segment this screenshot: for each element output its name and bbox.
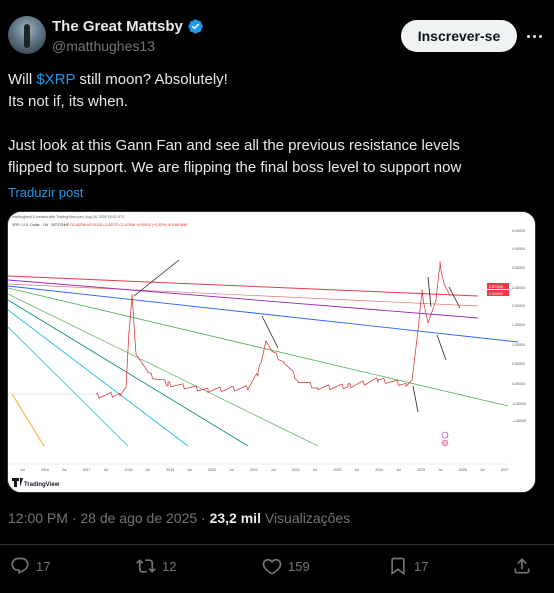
- y-tick-label: 0.50000: [512, 362, 525, 366]
- x-tick-label: Jul: [104, 468, 109, 472]
- y-tick-label: 2.50000: [512, 286, 525, 290]
- tweet-line-1: Will $XRP still moon? Absolutely!: [8, 69, 538, 91]
- divider: [0, 544, 554, 545]
- x-tick-label: Jul: [396, 468, 401, 472]
- x-tick-label: Jul: [145, 468, 150, 472]
- bookmark-count: 17: [414, 558, 429, 574]
- repost-button[interactable]: 12: [136, 556, 176, 576]
- x-tick-label: 2023: [334, 468, 342, 472]
- y-tick-label: 0.00000: [512, 382, 525, 386]
- x-tick-label: 2024: [375, 468, 383, 472]
- repost-count: 12: [162, 558, 177, 574]
- x-tick-label: Jul: [480, 468, 485, 472]
- tweet-timestamp[interactable]: 12:00 PM · 28 de ago de 2025 ·: [8, 510, 210, 526]
- chart-ohlc: O2.83298 H2.93128 L2.82270 C2.87908 +0.0…: [70, 223, 187, 227]
- more-options-icon[interactable]: [522, 24, 546, 48]
- x-tick-label: 2020: [208, 468, 216, 472]
- chart-header-line-1: matthughes13 created with TradingView.co…: [12, 215, 125, 219]
- x-tick-label: Jul: [229, 468, 234, 472]
- reply-count: 17: [36, 558, 51, 574]
- bookmark-icon: [391, 557, 405, 576]
- x-tick-label: 2026: [459, 468, 467, 472]
- x-tick-label: Jul: [354, 468, 359, 472]
- heart-icon: [262, 558, 282, 575]
- price-tag-1-label: 2.87908: [489, 285, 503, 289]
- author-handle[interactable]: @matthughes13: [52, 38, 155, 54]
- tweet-text: Will $XRP still moon? Absolutely! Its no…: [8, 69, 538, 179]
- author-avatar[interactable]: [8, 16, 46, 54]
- x-tick-label: 2016: [41, 468, 49, 472]
- x-tick-label: Jul: [438, 468, 443, 472]
- reply-button[interactable]: 17: [10, 556, 50, 576]
- tweet-line-2: Its not if, its when.: [8, 93, 129, 110]
- tweet-text-segment: still moon? Absolutely!: [75, 71, 228, 88]
- y-tick-label: 1.00000: [512, 343, 525, 347]
- translate-post-link[interactable]: Traduzir post: [8, 185, 83, 200]
- tweet-text-segment: Will: [8, 71, 37, 88]
- tweet-meta: 12:00 PM · 28 de ago de 2025 · 23,2 mil …: [8, 510, 350, 526]
- y-tick-label: 1.50000: [512, 323, 525, 327]
- x-tick-label: 2018: [125, 468, 133, 472]
- cashtag-link[interactable]: $XRP: [36, 71, 75, 88]
- x-tick-label: 2022: [292, 468, 300, 472]
- share-icon: [514, 558, 530, 574]
- author-name-row: The Great Mattsby: [52, 18, 204, 35]
- tweet-line-3: Just look at this Gann Fan and see all t…: [8, 137, 460, 154]
- views-label: Visualizações: [260, 510, 351, 526]
- x-tick-label: 2019: [166, 468, 174, 472]
- view-count: 23,2 mil: [209, 510, 261, 526]
- follow-button[interactable]: Inscrever-se: [401, 20, 517, 52]
- x-tick-label: Jul: [313, 468, 318, 472]
- gann-fan-chart: matthughes13 created with TradingView.co…: [8, 212, 535, 492]
- author-display-name[interactable]: The Great Mattsby: [52, 18, 183, 35]
- tweet-header: The Great Mattsby @matthughes13 Inscreve…: [8, 14, 546, 58]
- tweet-line-4: flipped to support. We are flipping the …: [8, 159, 462, 176]
- x-tick-label: Jul: [187, 468, 192, 472]
- x-tick-label: Jul: [271, 468, 276, 472]
- x-tick-label: Jul: [62, 468, 67, 472]
- repost-icon: [136, 559, 156, 573]
- chart-image[interactable]: matthughes13 created with TradingView.co…: [7, 211, 536, 493]
- y-tick-label: 5.00000: [512, 229, 525, 233]
- share-button[interactable]: [512, 556, 532, 576]
- tweet-actions: 17 12 159 17: [0, 552, 554, 582]
- bookmark-button[interactable]: 17: [388, 556, 428, 576]
- like-button[interactable]: 159: [262, 556, 310, 576]
- reply-icon: [11, 557, 29, 575]
- y-tick-label: -0.50000: [512, 402, 526, 406]
- chart-header-line-2: XRP / U.S. Dollar · 1W · BITSTAMP: [12, 223, 70, 227]
- x-tick-label: 2021: [250, 468, 258, 472]
- x-tick-label: 2025: [417, 468, 425, 472]
- like-count: 159: [288, 558, 310, 574]
- y-tick-label: 4.00000: [512, 247, 525, 251]
- x-tick-label: 2027: [501, 468, 509, 472]
- y-tick-label: 3.00000: [512, 266, 525, 270]
- tweet-blank-line: [8, 113, 538, 135]
- price-tag-2-label: 2.50000: [489, 292, 503, 296]
- y-tick-label: -1.00000: [512, 419, 526, 423]
- y-tick-label: 2.00000: [512, 304, 525, 308]
- x-tick-label: 2017: [83, 468, 91, 472]
- chart-flag-icon: [441, 439, 449, 447]
- verified-badge-icon: [188, 19, 203, 34]
- x-tick-label: Jul: [20, 468, 25, 472]
- tradingview-logo-text: TradingView: [24, 482, 60, 488]
